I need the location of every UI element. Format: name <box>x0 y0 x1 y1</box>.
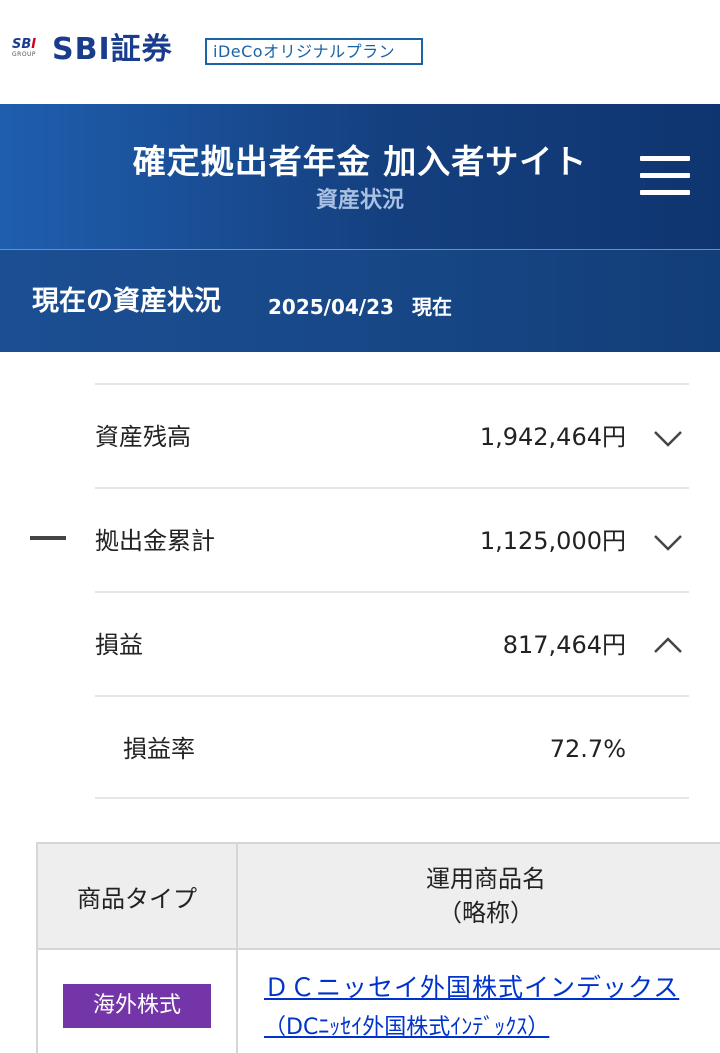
sbi-group-logo: SBI GROUP <box>12 38 48 66</box>
summary-label: 損益 <box>95 631 143 659</box>
column-header-name-line2: （略称） <box>438 899 534 927</box>
hamburger-menu-icon[interactable] <box>640 154 690 196</box>
site-header: 確定拠出者年金 加入者サイト 資産状況 <box>0 104 720 249</box>
asset-summary: 資産残高 1,942,464円 拠出金累計 1,125,000円 損益 817,… <box>95 383 689 799</box>
summary-value: 1,125,000円 <box>479 527 626 555</box>
summary-row-profit[interactable]: 損益 817,464円 <box>95 591 689 695</box>
summary-label: 資産残高 <box>95 423 191 451</box>
sbi-group-mark: SBI <box>12 37 37 52</box>
brand-name[interactable]: SBI証券 <box>52 30 173 70</box>
column-header-name-line1: 運用商品名 <box>426 865 546 893</box>
minus-icon <box>30 536 66 540</box>
summary-row-balance[interactable]: 資産残高 1,942,464円 <box>95 383 689 487</box>
summary-value: 72.7% <box>549 735 626 763</box>
summary-label: 拠出金累計 <box>95 527 215 555</box>
menu-line <box>640 173 690 178</box>
type-cell: 海外株式 <box>36 948 238 1053</box>
summary-value: 817,464円 <box>502 631 626 659</box>
plan-badge: iDeCoオリジナルプラン <box>205 38 423 65</box>
sbi-group-text: GROUP <box>12 51 37 58</box>
site-title: 確定拠出者年金 加入者サイト <box>132 142 588 181</box>
column-header-name: 運用商品名 （略称） <box>236 842 720 950</box>
status-date: 2025/04/23 <box>268 295 394 319</box>
table-row: 海外株式 ＤＣニッセイ外国株式インデックス （DCﾆｯｾｲ外国株式ｲﾝﾃﾞｯｸｽ… <box>36 948 720 1053</box>
summary-value: 1,942,464円 <box>479 423 626 451</box>
holdings-table: 商品タイプ 運用商品名 （略称） 海外株式 ＤＣニッセイ外国株式インデックス （… <box>36 842 720 1053</box>
status-bar: 現在の資産状況 2025/04/23 現在 <box>0 249 720 352</box>
chevron-down-icon[interactable] <box>653 527 683 557</box>
summary-label: 損益率 <box>123 735 195 763</box>
summary-row-profit-rate: 損益率 72.7% <box>95 695 689 799</box>
status-title: 現在の資産状況 <box>32 286 221 317</box>
summary-row-contributions[interactable]: 拠出金累計 1,125,000円 <box>95 487 689 591</box>
chevron-up-icon[interactable] <box>653 631 683 661</box>
fund-name-link[interactable]: ＤＣニッセイ外国株式インデックス <box>264 968 720 1008</box>
table-header-row: 商品タイプ 運用商品名 （略称） <box>36 842 720 950</box>
brand-bar: SBI GROUP SBI証券 iDeCoオリジナルプラン <box>0 0 720 104</box>
chevron-down-icon[interactable] <box>653 423 683 453</box>
column-header-type: 商品タイプ <box>36 842 238 950</box>
page-subtitle: 資産状況 <box>315 188 404 213</box>
menu-line <box>640 156 690 161</box>
fund-short-name-link[interactable]: （DCﾆｯｾｲ外国株式ｲﾝﾃﾞｯｸｽ） <box>264 1008 720 1048</box>
menu-line <box>640 190 690 195</box>
status-suffix: 現在 <box>412 295 452 319</box>
name-cell: ＤＣニッセイ外国株式インデックス （DCﾆｯｾｲ外国株式ｲﾝﾃﾞｯｸｽ） <box>236 948 720 1053</box>
product-type-badge: 海外株式 <box>63 984 211 1028</box>
